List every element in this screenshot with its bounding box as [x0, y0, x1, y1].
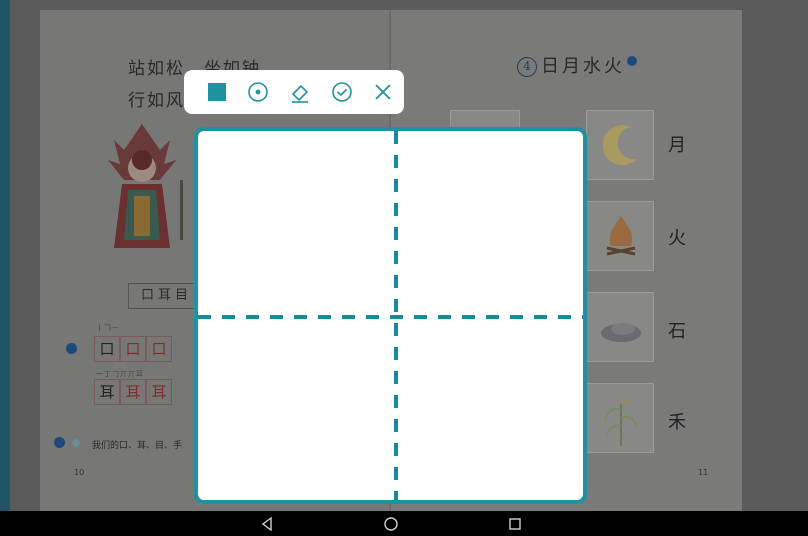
home-icon [384, 517, 398, 531]
left-edge [0, 0, 10, 511]
picture-card-moon[interactable] [586, 110, 654, 180]
card-char: 火 [668, 228, 686, 249]
lesson-title-text: 日月水火 [541, 56, 625, 77]
close-button[interactable] [362, 70, 404, 114]
horizontal-guide-line [198, 315, 583, 319]
card-char: 禾 [668, 412, 686, 433]
fill-square-icon [207, 83, 226, 101]
fill-square-button[interactable] [196, 70, 238, 114]
grid-cell: 耳 [146, 379, 172, 405]
close-icon [375, 84, 391, 100]
handwriting-board[interactable] [194, 127, 587, 504]
audio-dot-icon[interactable] [627, 56, 637, 66]
check-circle-icon [331, 82, 352, 102]
section-dot-icon [72, 439, 80, 447]
grid-cell: 口 [94, 336, 120, 362]
card-char: 月 [668, 135, 686, 156]
audio-bullet-icon[interactable] [66, 343, 77, 354]
stroke-order-hint-1: 丨𠃍㇐ [96, 324, 120, 332]
eraser-button[interactable] [279, 70, 321, 114]
stroke-order-hint-2: 一丁𠃌丌丌耳 [96, 370, 144, 378]
back-button[interactable] [258, 515, 276, 533]
picture-card-stone[interactable] [586, 292, 654, 362]
audio-bullet-icon[interactable] [54, 437, 65, 448]
grid-cell: 口 [146, 336, 172, 362]
pen-dot-icon [248, 82, 269, 102]
grid-cell: 口 [120, 336, 146, 362]
pen-button[interactable] [238, 70, 280, 114]
system-nav-bar [0, 511, 808, 536]
lesson-number: 4 [517, 57, 537, 77]
card-char: 石 [668, 321, 686, 342]
poem-line-2: 行如风 [128, 91, 185, 111]
activity-instruction: 我们的口、耳、目、手 [92, 441, 183, 451]
home-button[interactable] [382, 515, 400, 533]
picture-card-fire[interactable] [586, 201, 654, 271]
writing-grid-row-1: 口 口 口 [94, 336, 172, 362]
recents-icon [509, 518, 521, 530]
left-page-number: 10 [74, 468, 85, 477]
lesson-title: 4 日月水火 [517, 52, 637, 78]
grid-cell: 耳 [120, 379, 146, 405]
recents-button[interactable] [506, 515, 524, 533]
picture-card-grain[interactable] [586, 383, 654, 453]
eraser-icon [291, 84, 309, 103]
grid-cell: 耳 [94, 379, 120, 405]
drawing-toolbar [184, 70, 404, 114]
opera-figure-image [94, 120, 190, 260]
back-icon [261, 517, 272, 531]
writing-grid-row-2: 耳 耳 耳 [94, 379, 172, 405]
confirm-button[interactable] [321, 70, 363, 114]
right-page-number: 11 [698, 468, 709, 477]
